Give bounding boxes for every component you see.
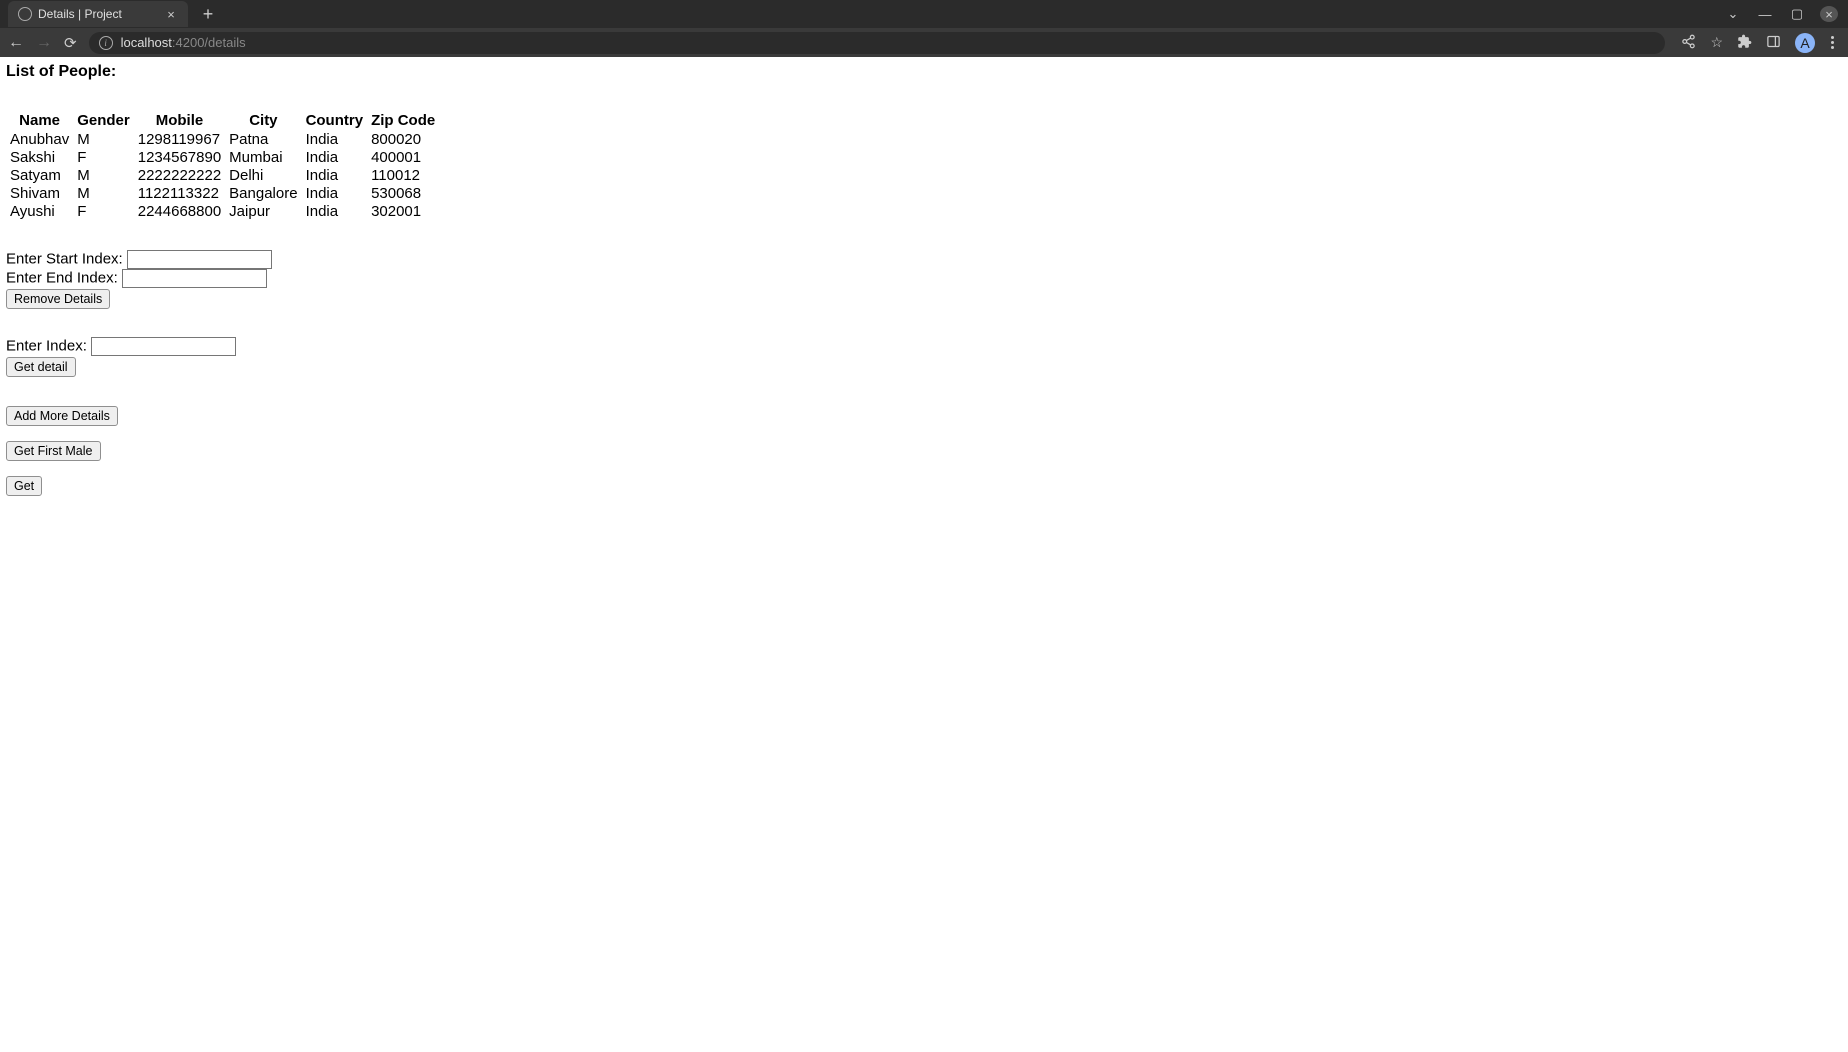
window-controls: ⌄ — ▢ × (1724, 6, 1848, 22)
page-content: List of People: Name Gender Mobile City … (0, 57, 1848, 502)
remove-details-button[interactable]: Remove Details (6, 289, 110, 309)
end-index-label: Enter End Index: (6, 269, 118, 286)
cell-name: Satyam (6, 166, 73, 184)
cell-city: Mumbai (225, 148, 301, 166)
table-row: SakshiF1234567890MumbaiIndia400001 (6, 148, 439, 166)
cell-gender: M (73, 184, 134, 202)
index-label: Enter Index: (6, 337, 87, 354)
cell-country: India (302, 184, 368, 202)
get-button[interactable]: Get (6, 476, 42, 496)
share-icon[interactable] (1681, 34, 1696, 52)
chevron-down-icon[interactable]: ⌄ (1724, 6, 1742, 22)
table-row: SatyamM2222222222DelhiIndia110012 (6, 166, 439, 184)
cell-mobile: 2244668800 (134, 202, 225, 220)
cell-city: Bangalore (225, 184, 301, 202)
address-bar[interactable]: i localhost:4200/details (89, 32, 1666, 54)
bookmark-star-icon[interactable]: ☆ (1710, 34, 1723, 51)
start-index-label: Enter Start Index: (6, 250, 123, 267)
back-button[interactable]: ← (8, 34, 24, 52)
reload-button[interactable]: ⟳ (64, 34, 77, 52)
cell-mobile: 1122113322 (134, 184, 225, 202)
tab-title: Details | Project (38, 7, 158, 21)
get-detail-button[interactable]: Get detail (6, 357, 76, 377)
cell-zip: 302001 (367, 202, 439, 220)
cell-country: India (302, 148, 368, 166)
maximize-window-icon[interactable]: ▢ (1788, 6, 1806, 22)
cell-city: Jaipur (225, 202, 301, 220)
minimize-window-icon[interactable]: — (1756, 7, 1774, 22)
get-first-male-button[interactable]: Get First Male (6, 441, 101, 461)
people-table: Name Gender Mobile City Country Zip Code… (6, 111, 439, 220)
url-text: localhost:4200/details (121, 35, 246, 50)
cell-city: Delhi (225, 166, 301, 184)
col-zip: Zip Code (367, 111, 439, 130)
cell-mobile: 1234567890 (134, 148, 225, 166)
col-name: Name (6, 111, 73, 130)
new-tab-button[interactable]: + (198, 4, 218, 25)
cell-zip: 530068 (367, 184, 439, 202)
col-city: City (225, 111, 301, 130)
extensions-icon[interactable] (1737, 34, 1752, 52)
table-row: AnubhavM1298119967PatnaIndia800020 (6, 130, 439, 148)
cell-gender: M (73, 130, 134, 148)
end-index-row: Enter End Index: (6, 269, 1842, 288)
start-index-input[interactable] (127, 250, 272, 269)
cell-mobile: 1298119967 (134, 130, 225, 148)
browser-tab[interactable]: Details | Project × (8, 1, 188, 27)
add-more-details-button[interactable]: Add More Details (6, 406, 118, 426)
table-header-row: Name Gender Mobile City Country Zip Code (6, 111, 439, 130)
cell-zip: 110012 (367, 166, 439, 184)
cell-country: India (302, 202, 368, 220)
end-index-input[interactable] (122, 269, 267, 288)
cell-gender: M (73, 166, 134, 184)
cell-country: India (302, 166, 368, 184)
table-row: ShivamM1122113322BangaloreIndia530068 (6, 184, 439, 202)
cell-name: Sakshi (6, 148, 73, 166)
close-window-icon[interactable]: × (1820, 6, 1838, 22)
index-input[interactable] (91, 337, 236, 356)
start-index-row: Enter Start Index: (6, 250, 1842, 269)
index-row: Enter Index: (6, 337, 1842, 356)
cell-name: Ayushi (6, 202, 73, 220)
cell-gender: F (73, 202, 134, 220)
menu-dots-icon[interactable] (1829, 34, 1836, 51)
col-gender: Gender (73, 111, 134, 130)
side-panel-icon[interactable] (1766, 34, 1781, 52)
table-row: AyushiF2244668800JaipurIndia302001 (6, 202, 439, 220)
profile-avatar[interactable]: A (1795, 33, 1815, 53)
col-mobile: Mobile (134, 111, 225, 130)
cell-city: Patna (225, 130, 301, 148)
cell-zip: 800020 (367, 130, 439, 148)
cell-gender: F (73, 148, 134, 166)
cell-name: Shivam (6, 184, 73, 202)
tab-bar: Details | Project × + ⌄ — ▢ × (0, 0, 1848, 28)
site-info-icon[interactable]: i (99, 36, 113, 50)
nav-bar: ← → ⟳ i localhost:4200/details ☆ A (0, 28, 1848, 57)
col-country: Country (302, 111, 368, 130)
browser-chrome: Details | Project × + ⌄ — ▢ × ← → ⟳ i lo… (0, 0, 1848, 57)
forward-button[interactable]: → (36, 34, 52, 52)
globe-icon (18, 7, 32, 21)
cell-country: India (302, 130, 368, 148)
toolbar-icons: ☆ A (1677, 33, 1840, 53)
page-title: List of People: (6, 63, 1842, 81)
close-tab-icon[interactable]: × (164, 7, 178, 21)
cell-zip: 400001 (367, 148, 439, 166)
cell-name: Anubhav (6, 130, 73, 148)
cell-mobile: 2222222222 (134, 166, 225, 184)
